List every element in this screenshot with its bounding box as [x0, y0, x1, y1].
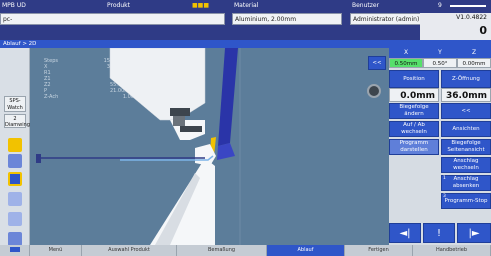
views-button[interactable]: Ansichten: [441, 121, 491, 137]
grid-icon: [9, 247, 20, 252]
clamp-top: [170, 108, 190, 116]
progress-line: [450, 5, 486, 7]
position-value: 0.0mm: [389, 88, 439, 102]
tab-menu[interactable]: Menü: [30, 245, 82, 256]
col-z-header: Z: [457, 48, 491, 58]
header: MPB UD Produkt ■■■ Material Benutzer 9 p…: [0, 0, 491, 40]
stop-remove-button[interactable]: Anschlag absenken: [441, 175, 491, 191]
press-view-icon[interactable]: [8, 172, 22, 186]
left-toolbar: SPS-Watch 2 Diamwing: [0, 48, 30, 246]
z-value: 0.00mm: [457, 58, 491, 68]
program-button[interactable]: Programm darstellen: [389, 139, 439, 155]
col-x-header: X: [389, 48, 423, 58]
product-field[interactable]: pc-: [0, 13, 225, 25]
stop-change-button[interactable]: Anschlag wechseln: [441, 157, 491, 173]
play-icon[interactable]: [8, 212, 22, 226]
right-panel: X Y Z 0.50mm 0.50° 0.00mm << Position Z-…: [367, 48, 491, 245]
material-field[interactable]: Aluminium, 2.00mm: [232, 13, 342, 25]
bend-icon[interactable]: [8, 192, 22, 206]
clamp-mid: [173, 116, 185, 126]
tab-dimensioning[interactable]: Bemaßung: [177, 245, 267, 256]
program-stop-button[interactable]: Programm-Stop: [441, 193, 491, 209]
layers-icon[interactable]: [8, 232, 22, 246]
product-name: MPB UD: [2, 2, 26, 9]
y-value: 0.50°: [423, 58, 457, 68]
tab-product-selection[interactable]: Auswahl Produkt: [82, 245, 177, 256]
status-block: V1.0.4822 0: [420, 13, 491, 40]
tab-production[interactable]: Fertigen: [345, 245, 413, 256]
tab-sequence[interactable]: Ablauf: [267, 245, 345, 256]
back2-button[interactable]: <<: [441, 103, 491, 119]
menu-icon-tab[interactable]: [0, 245, 30, 256]
user-field[interactable]: Administrator (admin): [350, 13, 430, 25]
nav-mark-button[interactable]: !: [423, 223, 455, 243]
blue-tool: [218, 48, 238, 146]
upper-beam: [109, 48, 206, 121]
bend-view-2d[interactable]: Steps1500.00mm X390.00mm R190.00° Z12.00…: [30, 48, 389, 245]
status-number: 0: [479, 24, 487, 37]
col-y-header: Y: [423, 48, 457, 58]
z-opening-button[interactable]: Z-Öffnung: [441, 70, 491, 88]
star-icon[interactable]: [8, 138, 22, 152]
up-down-button[interactable]: Auf / Ab wechseln: [389, 121, 439, 137]
material-label: Material: [234, 2, 259, 9]
page-title: Ablauf > 2D: [0, 40, 491, 48]
page-icon[interactable]: [8, 154, 22, 168]
item-number-1: 1: [443, 176, 446, 181]
app-window: MPB UD Produkt ■■■ Material Benutzer 9 p…: [0, 0, 491, 256]
diameter-button[interactable]: 2 Diamwing: [4, 114, 30, 128]
tab-manual[interactable]: Handbetrieb: [413, 245, 491, 256]
sps-watch-button[interactable]: SPS-Watch: [4, 96, 26, 112]
side-view-button[interactable]: Biegefolge Seitenansicht: [441, 139, 491, 155]
bottom-tabs: Menü Auswahl Produkt Bemaßung Ablauf Fer…: [0, 245, 491, 256]
nav-prev-button[interactable]: ◄|: [389, 223, 421, 243]
back-button[interactable]: <<: [368, 56, 386, 70]
bend-order-button[interactable]: Biegefolge ändern: [389, 103, 439, 119]
backgauge-stop: [36, 154, 41, 163]
user-label: Benutzer: [352, 2, 380, 9]
record-icon[interactable]: [367, 84, 381, 98]
x-value: 0.50mm: [389, 58, 423, 68]
press-illustration: [36, 48, 241, 245]
nav-next-button[interactable]: |►: [457, 223, 491, 243]
clamp-low: [180, 126, 202, 132]
indicator-dots: ■■■: [192, 2, 210, 9]
product-label: Produkt: [107, 2, 130, 9]
opening-value: 36.0mm: [441, 88, 491, 102]
version: V1.0.4822: [456, 14, 487, 21]
item-number-3: 3: [443, 194, 446, 199]
position-button[interactable]: Position: [389, 70, 439, 88]
